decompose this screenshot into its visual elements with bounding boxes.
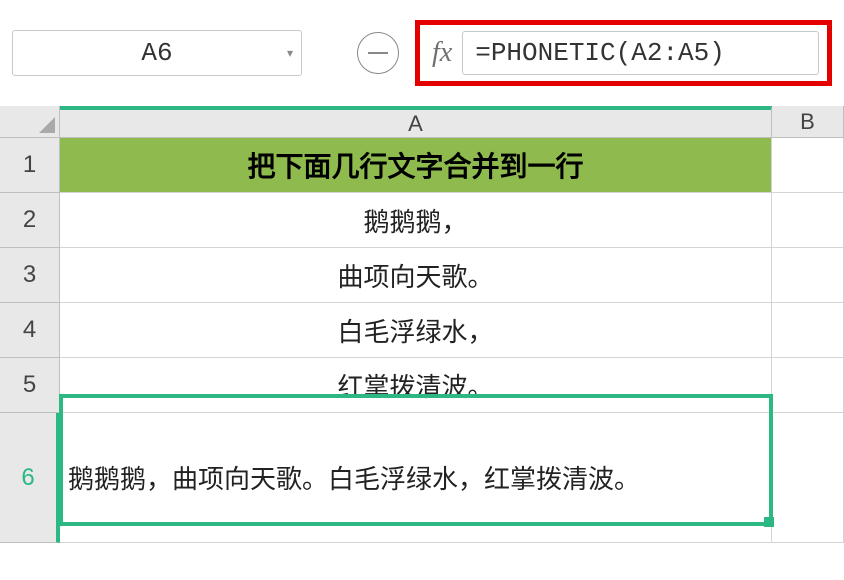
- cell-A5[interactable]: 红掌拨清波。: [60, 358, 772, 413]
- cell-B5[interactable]: [772, 358, 844, 413]
- zoom-out-icon[interactable]: [357, 32, 399, 74]
- formula-text: =PHONETIC(A2:A5): [475, 38, 725, 68]
- cell-B1[interactable]: [772, 138, 844, 193]
- column-header-B[interactable]: B: [772, 106, 844, 138]
- cell-B2[interactable]: [772, 193, 844, 248]
- row-header-2[interactable]: 2: [0, 193, 60, 248]
- cell-B6[interactable]: [772, 413, 844, 543]
- cell-A3[interactable]: 曲项向天歌。: [60, 248, 772, 303]
- formula-input[interactable]: =PHONETIC(A2:A5): [462, 31, 819, 75]
- formula-toolbar: A6 ▾ fx =PHONETIC(A2:A5): [0, 0, 844, 106]
- fx-icon[interactable]: fx: [432, 37, 452, 69]
- spreadsheet-body: 1 把下面几行文字合并到一行 2 鹅鹅鹅， 3 曲项向天歌。 4 白毛浮绿水， …: [0, 138, 844, 543]
- formula-bar-highlight: fx =PHONETIC(A2:A5): [415, 20, 832, 86]
- cell-A2[interactable]: 鹅鹅鹅，: [60, 193, 772, 248]
- cell-B4[interactable]: [772, 303, 844, 358]
- chevron-down-icon[interactable]: ▾: [287, 46, 293, 60]
- row-header-4[interactable]: 4: [0, 303, 60, 358]
- name-box[interactable]: A6 ▾: [12, 30, 302, 76]
- cell-A4[interactable]: 白毛浮绿水，: [60, 303, 772, 358]
- row-header-3[interactable]: 3: [0, 248, 60, 303]
- row-header-5[interactable]: 5: [0, 358, 60, 413]
- cell-A6[interactable]: 鹅鹅鹅，曲项向天歌。白毛浮绿水，红掌拨清波。: [60, 413, 772, 543]
- row-header-1[interactable]: 1: [0, 138, 60, 193]
- cell-B3[interactable]: [772, 248, 844, 303]
- cell-A1[interactable]: 把下面几行文字合并到一行: [60, 138, 772, 193]
- cell-reference: A6: [13, 38, 301, 68]
- select-all-corner[interactable]: [0, 106, 60, 138]
- row-header-6[interactable]: 6: [0, 413, 60, 543]
- column-headers: A B: [0, 106, 844, 138]
- column-header-A[interactable]: A: [60, 106, 772, 138]
